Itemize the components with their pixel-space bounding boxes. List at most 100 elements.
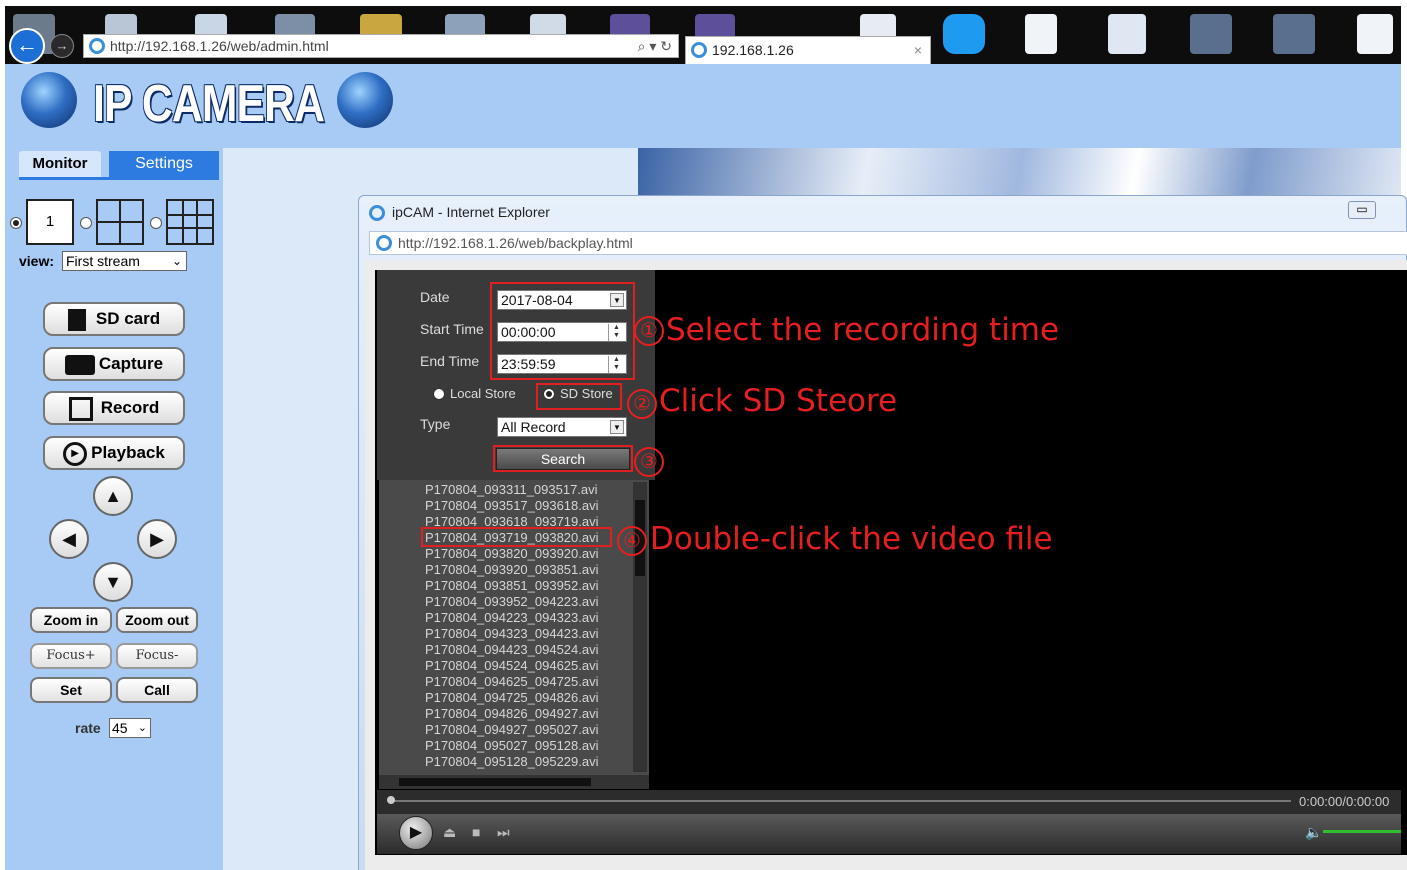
layout-4-grid[interactable]: [96, 199, 144, 245]
popup-title: ipCAM - Internet Explorer: [392, 204, 550, 220]
popup-address-url: http://192.168.1.26/web/backplay.html: [398, 235, 633, 251]
ptz-up-button[interactable]: ▲: [93, 476, 133, 516]
step-1-marker: ①: [634, 316, 664, 346]
end-time-label: End Time: [420, 353, 480, 369]
capture-button[interactable]: Capture: [43, 347, 185, 381]
list-item[interactable]: P170804_095128_095229.avi: [425, 754, 599, 769]
document-icon[interactable]: [1025, 14, 1057, 54]
tab-settings[interactable]: Settings: [109, 151, 219, 177]
right-arrow-icon: ▶: [150, 529, 164, 549]
recording-file-list[interactable]: P170804_093311_093517.avi P170804_093517…: [379, 480, 649, 775]
zoom-in-button[interactable]: Zoom in: [30, 607, 112, 633]
stop-icon[interactable]: ■: [472, 824, 480, 840]
rate-label: rate: [75, 720, 101, 736]
globe-icon: [21, 72, 77, 128]
close-icon[interactable]: ×: [914, 37, 922, 63]
layout-1-radio[interactable]: [10, 217, 22, 229]
tab-monitor[interactable]: Monitor: [19, 151, 101, 177]
focus-plus-button[interactable]: Focus+: [30, 643, 112, 669]
list-item[interactable]: P170804_093311_093517.avi: [425, 482, 598, 497]
rate-select[interactable]: 45 ⌄: [109, 718, 151, 738]
list-item[interactable]: P170804_094927_095027.avi: [425, 722, 599, 737]
step-2-marker: ②: [627, 389, 657, 419]
view-select-value: First stream: [66, 253, 140, 269]
progress-row: 0:00:00/0:00:00: [377, 790, 1401, 814]
list-item[interactable]: P170804_094524_094625.avi: [425, 658, 599, 673]
taskbar-app-icon[interactable]: [1273, 14, 1315, 54]
local-store-label: Local Store: [450, 386, 516, 401]
address-url: http://192.168.1.26/web/admin.html: [110, 38, 329, 54]
call-button[interactable]: Call: [116, 677, 198, 703]
view-stream-select[interactable]: First stream ⌄: [62, 251, 187, 271]
seek-bar[interactable]: [391, 800, 1291, 802]
back-button[interactable]: ←: [9, 28, 45, 64]
sd-card-icon: [67, 308, 86, 331]
list-item[interactable]: P170804_094725_094826.avi: [425, 690, 599, 705]
forward-button[interactable]: →: [50, 34, 74, 58]
list-item[interactable]: P170804_093517_093618.avi: [425, 498, 599, 513]
down-arrow-icon: ▼: [104, 572, 122, 592]
taskbar-app-icon[interactable]: [1190, 14, 1232, 54]
seek-knob[interactable]: [387, 796, 395, 804]
date-label: Date: [420, 289, 450, 305]
zoom-out-button[interactable]: Zoom out: [116, 607, 198, 633]
horizontal-scrollbar[interactable]: [379, 775, 649, 789]
list-item[interactable]: P170804_094625_094725.avi: [425, 674, 599, 689]
play-button[interactable]: ▶: [399, 816, 433, 850]
record-label: Record: [100, 398, 160, 417]
layout-9-grid[interactable]: [166, 199, 214, 245]
page-header: IP CAMERA: [5, 64, 1401, 148]
record-button[interactable]: Record: [43, 391, 185, 425]
highlight-sd-store-box: [536, 383, 622, 410]
tab-underline: [19, 177, 219, 180]
next-icon[interactable]: ⏭: [497, 824, 510, 841]
browser-chrome: ← → http://192.168.1.26/web/admin.html ⌕…: [5, 6, 1401, 64]
list-item[interactable]: P170804_094323_094423.avi: [425, 626, 599, 641]
skype-icon[interactable]: [943, 14, 985, 54]
list-item[interactable]: P170804_093952_094223.avi: [425, 594, 599, 609]
chevron-down-icon: ⌄: [137, 722, 147, 734]
list-item[interactable]: P170804_093920_093851.avi: [425, 562, 599, 577]
ie-icon: [369, 205, 385, 221]
list-item[interactable]: P170804_094826_094927.avi: [425, 706, 599, 721]
list-item[interactable]: P170804_093820_093920.avi: [425, 546, 599, 561]
playback-button[interactable]: ▶ Playback: [43, 436, 185, 470]
layout-4-radio[interactable]: [80, 217, 92, 229]
browser-tab[interactable]: 192.168.1.26 ×: [685, 36, 931, 64]
step-4-text: Double-click the video file: [650, 521, 1053, 557]
step-4-marker: ④: [617, 526, 647, 556]
sd-card-button[interactable]: SD card: [43, 302, 185, 336]
list-item[interactable]: P170804_095027_095128.avi: [425, 738, 599, 753]
volume-icon[interactable]: 🔈: [1305, 824, 1322, 841]
type-value: All Record: [501, 419, 566, 435]
list-item[interactable]: P170804_093851_093952.avi: [425, 578, 599, 593]
record-type-select[interactable]: All Record ▼: [497, 417, 627, 437]
ptz-left-button[interactable]: ◀: [49, 519, 89, 559]
document-icon[interactable]: [1108, 14, 1146, 54]
search-panel: Date 2017-08-04 ▼ Start Time 00:00:00 ▲ ▼…: [377, 270, 655, 480]
popup-address-bar[interactable]: http://192.168.1.26/web/backplay.html: [369, 231, 1407, 255]
step-2-text: Click SD Steore: [659, 383, 898, 419]
eject-icon[interactable]: ⏏: [443, 824, 456, 841]
ie-icon: [89, 38, 105, 54]
step-3-marker: ③: [634, 447, 664, 477]
up-arrow-icon: ▲: [104, 486, 122, 506]
layout-9-radio[interactable]: [150, 217, 162, 229]
list-item[interactable]: P170804_094223_094323.avi: [425, 610, 599, 625]
address-bar[interactable]: http://192.168.1.26/web/admin.html ⌕ ▾ ↻: [83, 34, 679, 58]
minimize-button[interactable]: ▭: [1348, 201, 1376, 219]
document-icon[interactable]: [1357, 14, 1393, 54]
camera-icon: [64, 354, 95, 375]
scroll-thumb[interactable]: [399, 778, 591, 786]
list-item[interactable]: P170804_094423_094524.avi: [425, 642, 599, 657]
set-button[interactable]: Set: [30, 677, 112, 703]
layout-1-grid[interactable]: 1: [26, 199, 74, 245]
search-refresh-icons[interactable]: ⌕ ▾ ↻: [638, 35, 672, 57]
logo-text: IP CAMERA: [93, 75, 325, 133]
local-store-radio[interactable]: [433, 388, 445, 400]
focus-minus-button[interactable]: Focus-: [116, 643, 198, 669]
ptz-right-button[interactable]: ▶: [137, 519, 177, 559]
volume-slider[interactable]: [1323, 830, 1401, 833]
rate-value: 45: [112, 720, 128, 736]
ptz-down-button[interactable]: ▼: [93, 562, 133, 602]
